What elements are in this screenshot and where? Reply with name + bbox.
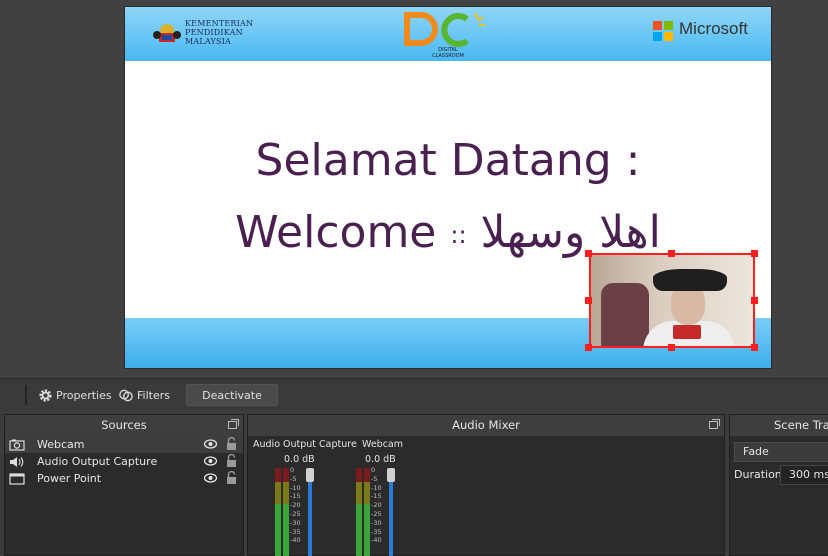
volume-fader-knob[interactable] xyxy=(306,468,314,482)
properties-button[interactable]: Properties xyxy=(38,384,112,406)
audio-mixer-dock: Audio Mixer Audio Output Capture 0.0 dB … xyxy=(247,414,725,556)
visibility-eye-icon[interactable] xyxy=(204,473,217,483)
resize-handle-se[interactable] xyxy=(751,344,758,351)
source-item-audio-output[interactable]: Audio Output Capture xyxy=(5,453,243,470)
deactivate-button[interactable]: Deactivate xyxy=(186,384,278,406)
resize-handle-n[interactable] xyxy=(668,250,675,257)
transition-select[interactable]: Fade xyxy=(734,442,828,462)
unlocked-icon[interactable] xyxy=(226,471,237,485)
microsoft-logo-icon xyxy=(653,21,673,41)
slide-title-line1: Selamat Datang : xyxy=(255,135,641,186)
source-item-webcam[interactable]: Webcam xyxy=(5,436,243,453)
webcam-bandana xyxy=(673,325,701,339)
filters-button[interactable]: Filters xyxy=(118,384,170,406)
speaker-icon xyxy=(9,455,27,469)
preview-canvas[interactable]: KEMENTERIAN PENDIDIKAN MALAYSIA DIGITAL … xyxy=(0,0,828,378)
volume-fader-knob[interactable] xyxy=(387,468,395,482)
title-separator: :: xyxy=(450,221,467,249)
source-toolbar: Properties Filters Deactivate xyxy=(0,378,828,410)
ministry-crest-icon xyxy=(153,24,181,42)
mixer-channel-db: 0.0 dB xyxy=(365,454,396,465)
webcam-chair xyxy=(601,283,649,346)
scene-transitions-dock-title: Scene Tran xyxy=(730,415,828,436)
resize-handle-ne[interactable] xyxy=(751,250,758,257)
volume-meter xyxy=(275,468,281,556)
sources-dock-title: Sources xyxy=(5,415,243,436)
scene-transitions-dock: Scene Tran Fade Duration 300 ms xyxy=(729,414,828,556)
volume-meter xyxy=(283,468,289,556)
filters-icon xyxy=(119,389,133,401)
duration-label: Duration xyxy=(734,468,782,481)
ministry-name: KEMENTERIAN PENDIDIKAN MALAYSIA xyxy=(185,19,254,46)
source-item-power-point[interactable]: Power Point xyxy=(5,470,243,487)
volume-fader-track[interactable] xyxy=(389,477,393,556)
undock-icon[interactable] xyxy=(228,419,239,429)
digital-classroom-logo: DIGITAL CLASSROOM xyxy=(403,11,493,59)
camera-icon xyxy=(9,438,27,452)
mixer-channel-db: 0.0 dB xyxy=(284,454,315,465)
window-icon xyxy=(9,472,27,486)
visibility-eye-icon[interactable] xyxy=(204,456,217,466)
title-welcome: Welcome xyxy=(235,207,437,258)
audio-mixer-dock-title: Audio Mixer xyxy=(248,415,724,436)
volume-meter xyxy=(356,468,362,556)
meter-scale: 0 -5 -10 -15 -20 -25 -30 -35 -40 xyxy=(290,466,301,545)
mixer-channel-name: Webcam xyxy=(362,439,404,450)
webcam-source-overlay[interactable] xyxy=(589,253,755,348)
microsoft-brand: Microsoft xyxy=(679,19,748,38)
gear-icon xyxy=(39,388,52,402)
webcam-hat xyxy=(653,269,727,291)
resize-handle-e[interactable] xyxy=(751,297,758,304)
dc-mark-icon xyxy=(404,12,485,47)
title-arabic: اهلا وسهلا xyxy=(480,207,661,258)
resize-handle-s[interactable] xyxy=(668,344,675,351)
duration-input[interactable]: 300 ms xyxy=(780,465,828,485)
sources-dock: Sources Webcam Audio Output Capture Powe… xyxy=(4,414,244,556)
volume-fader-track[interactable] xyxy=(308,477,312,556)
mixer-channel-name: Audio Output Capture xyxy=(253,439,357,450)
resize-handle-nw[interactable] xyxy=(585,250,592,257)
unlocked-icon[interactable] xyxy=(226,454,237,468)
meter-scale: 0 -5 -10 -15 -20 -25 -30 -35 -40 xyxy=(371,466,382,545)
resize-handle-w[interactable] xyxy=(585,297,592,304)
undock-icon[interactable] xyxy=(709,419,720,429)
volume-meter xyxy=(364,468,370,556)
toolbar-separator xyxy=(25,385,27,405)
slide-header-band: KEMENTERIAN PENDIDIKAN MALAYSIA DIGITAL … xyxy=(125,7,771,61)
unlocked-icon[interactable] xyxy=(226,437,237,451)
resize-handle-sw[interactable] xyxy=(585,344,592,351)
visibility-eye-icon[interactable] xyxy=(204,439,217,449)
